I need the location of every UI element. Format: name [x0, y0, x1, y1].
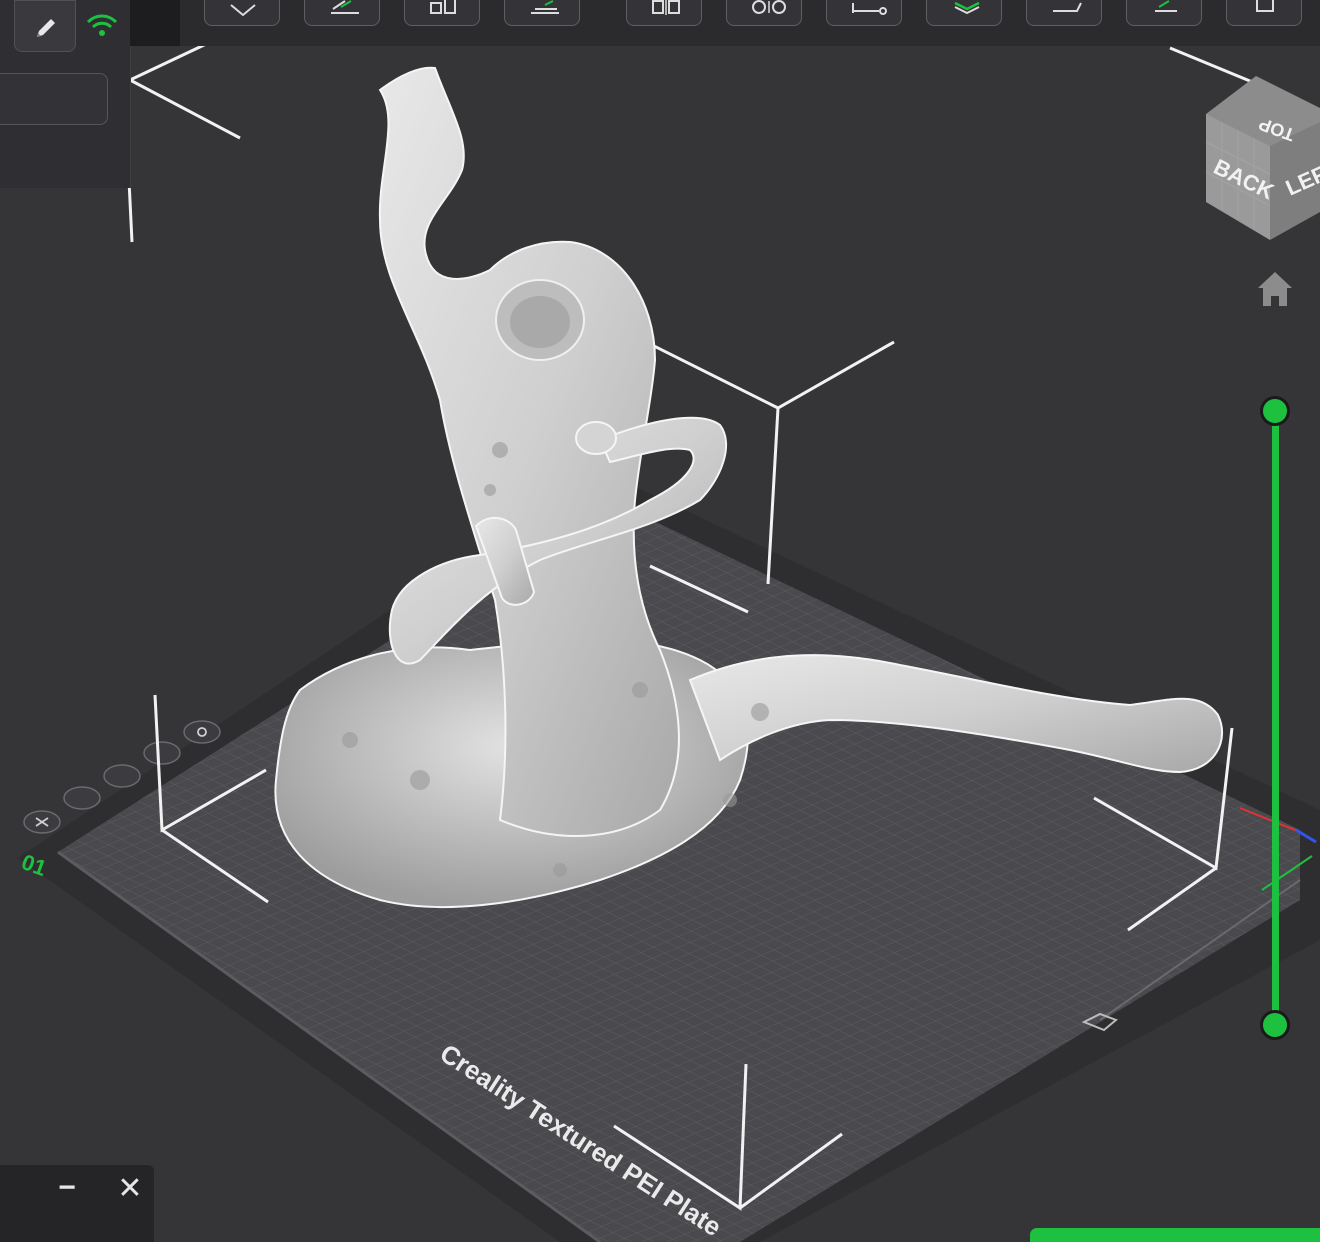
- lay-flat-icon: [331, 0, 359, 14]
- arrange-icon: [430, 0, 456, 14]
- paint-icon: [1053, 2, 1082, 12]
- lay-flat-tool-button[interactable]: [304, 0, 380, 26]
- build-scene: Creality Textured PEI Plate 01: [18, 26, 1320, 1242]
- panel-strip: [130, 0, 180, 46]
- close-button[interactable]: ✕: [114, 1173, 146, 1205]
- measure-tool-button[interactable]: [826, 0, 902, 26]
- progress-bar: [1030, 1228, 1320, 1242]
- cut-icon: [531, 0, 559, 14]
- left-panel: [0, 0, 131, 188]
- bottom-panel: − ✕: [0, 1165, 154, 1242]
- mirror-icon: [652, 0, 680, 15]
- layers-tool-button[interactable]: [926, 0, 1002, 26]
- cut-tool-button[interactable]: [504, 0, 580, 26]
- diamond-icon: [230, 4, 256, 17]
- home-view-icon[interactable]: [1254, 268, 1296, 310]
- layer-slider-top-handle[interactable]: [1260, 396, 1290, 426]
- pencil-icon: [37, 19, 55, 37]
- more-tool-button[interactable]: [1226, 0, 1302, 26]
- gear-pair-icon: [752, 0, 786, 14]
- support-icon: [1155, 0, 1177, 12]
- arrange-tool-button[interactable]: [404, 0, 480, 26]
- plate-edit-icon[interactable]: [143, 741, 181, 765]
- view-cube[interactable]: TOP BACK LEF: [1200, 72, 1320, 242]
- support-tool-button[interactable]: [1126, 0, 1202, 26]
- panel-field[interactable]: [0, 73, 108, 125]
- edit-button[interactable]: [14, 0, 76, 52]
- wifi-icon: [86, 14, 118, 36]
- plate-lock-icon[interactable]: [103, 764, 141, 788]
- square-icon: [1256, 0, 1274, 12]
- layer-slider-bottom-handle[interactable]: [1260, 1010, 1290, 1040]
- plate-settings-icon[interactable]: [183, 720, 221, 744]
- mirror-tool-button[interactable]: [626, 0, 702, 26]
- top-toolbar: [180, 0, 1320, 46]
- layers-icon: [954, 1, 980, 15]
- paint-tool-button[interactable]: [1026, 0, 1102, 26]
- rotate-tool-button[interactable]: [204, 0, 280, 26]
- 3d-viewport[interactable]: Creality Textured PEI Plate 01 TOP BACK …: [0, 0, 1320, 1242]
- plate-arrange-icon[interactable]: [63, 786, 101, 810]
- settings-tool-button[interactable]: [726, 0, 802, 26]
- layer-slider-track[interactable]: [1272, 410, 1279, 1026]
- minimize-button[interactable]: −: [52, 1173, 82, 1203]
- measure-icon: [852, 3, 887, 15]
